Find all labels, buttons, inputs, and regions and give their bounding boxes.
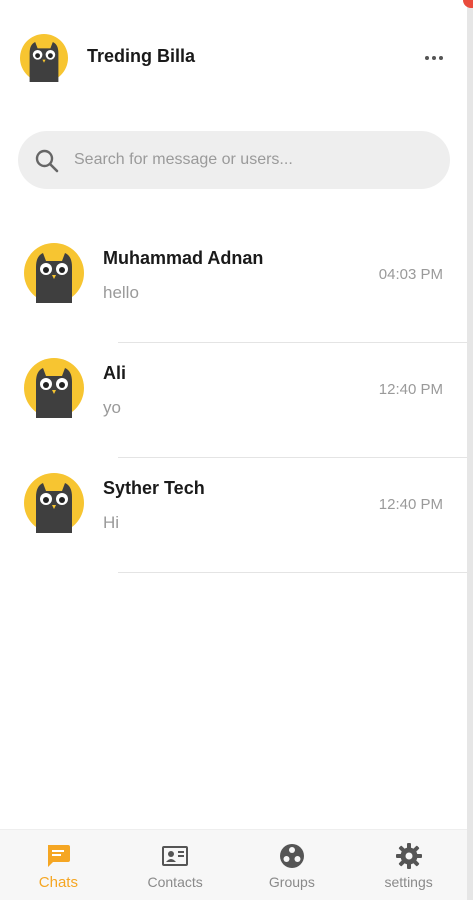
profile-name: Treding Billa: [87, 46, 196, 66]
contact-name: Muhammad Adnan: [103, 248, 264, 268]
last-message: hello: [103, 283, 139, 302]
chat-item-muhammad-adnan[interactable]: Muhammad Adnan hello 04:03 PM: [0, 228, 467, 343]
gear-icon: [395, 843, 422, 869]
search-bar[interactable]: [18, 131, 450, 189]
app-header: Treding Billa: [0, 28, 467, 88]
message-time: 12:40 PM: [378, 496, 443, 513]
nav-tab-settings[interactable]: settings: [350, 830, 467, 900]
nav-tab-chats[interactable]: Chats: [0, 830, 117, 900]
nav-label: Groups: [268, 874, 315, 890]
profile-avatar[interactable]: [20, 34, 68, 82]
search-input[interactable]: [74, 131, 434, 189]
last-message: Hi: [103, 513, 120, 532]
nav-label: Contacts: [147, 874, 203, 890]
bottom-navigation: Chats Contacts Groups settings: [0, 829, 467, 900]
groups-icon: [279, 844, 304, 868]
nav-label: settings: [384, 874, 433, 890]
more-options-icon[interactable]: [420, 46, 448, 70]
nav-tab-groups[interactable]: Groups: [234, 830, 351, 900]
nav-tab-contacts[interactable]: Contacts: [117, 830, 234, 900]
search-icon: [35, 149, 59, 173]
window-edge: [467, 0, 473, 900]
contact-name: Syther Tech: [103, 478, 205, 498]
owl-avatar-icon: [24, 243, 84, 303]
owl-avatar-icon: [24, 473, 84, 533]
avatar: [24, 358, 84, 418]
last-message: yo: [103, 398, 121, 417]
chat-icon: [48, 845, 71, 867]
chat-list: Muhammad Adnan hello 04:03 PM Ali yo 12:…: [0, 228, 467, 573]
chat-app: Treding Billa Muhamm: [0, 0, 467, 900]
message-time: 12:40 PM: [378, 381, 443, 398]
chat-item-ali[interactable]: Ali yo 12:40 PM: [0, 343, 467, 458]
owl-avatar-icon: [20, 34, 68, 82]
avatar: [24, 473, 84, 533]
chat-item-syther-tech[interactable]: Syther Tech Hi 12:40 PM: [0, 458, 467, 573]
owl-avatar-icon: [24, 358, 84, 418]
contact-name: Ali: [103, 363, 127, 383]
contact-card-icon: [162, 846, 189, 866]
message-time: 04:03 PM: [378, 266, 443, 283]
avatar: [24, 243, 84, 303]
nav-label: Chats: [38, 874, 78, 891]
divider: [118, 572, 467, 573]
